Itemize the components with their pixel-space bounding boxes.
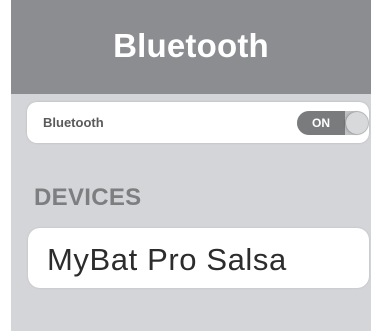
title-bar: Bluetooth	[11, 0, 371, 94]
bluetooth-switch[interactable]: ON	[297, 111, 369, 135]
device-list-item[interactable]: MyBat Pro Salsa	[28, 228, 369, 288]
bluetooth-settings-screen: Bluetooth Bluetooth ON DEVICES MyBat Pro…	[11, 0, 371, 331]
device-name: MyBat Pro Salsa	[47, 242, 287, 277]
bluetooth-toggle-row: Bluetooth ON	[27, 102, 369, 143]
devices-section-header: DEVICES	[34, 184, 142, 211]
switch-on-label: ON	[297, 111, 345, 135]
switch-knob[interactable]	[346, 112, 368, 134]
bluetooth-toggle-label: Bluetooth	[43, 115, 104, 130]
page-title: Bluetooth	[113, 27, 269, 64]
